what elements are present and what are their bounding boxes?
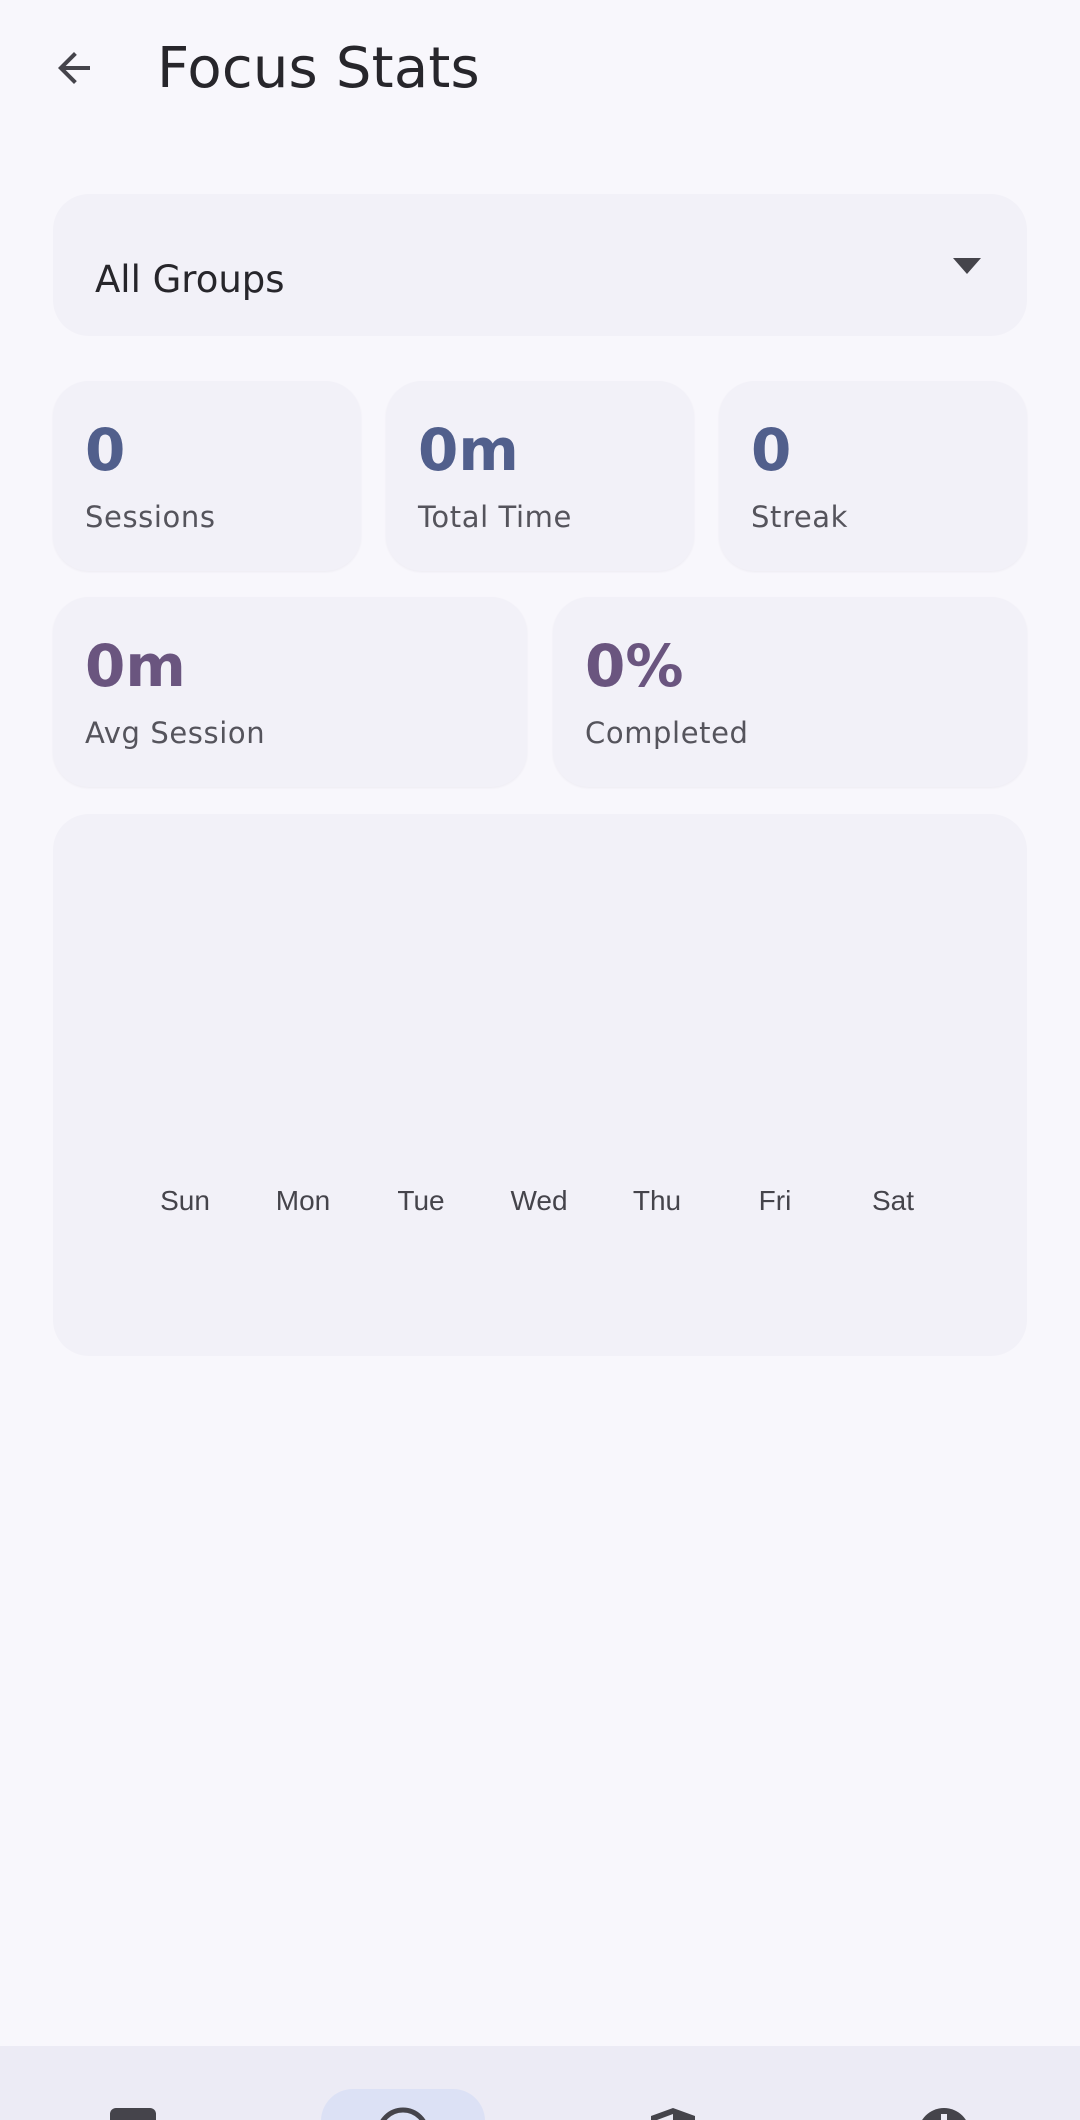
weekly-chart-card: Sun Mon Tue Wed Thu Fri Sat	[53, 814, 1027, 1356]
stat-card-total-time: 0m Total Time	[386, 381, 694, 571]
completed-label: Completed	[585, 716, 749, 750]
top-app-bar: Focus Stats	[0, 0, 1080, 140]
chart-tick-label: Mon	[276, 1185, 330, 1216]
chart-tick-label: Sun	[160, 1185, 210, 1216]
completed-value: 0%	[585, 632, 684, 700]
nav-item-info[interactable]	[862, 2046, 1026, 2120]
info-icon	[922, 2108, 966, 2120]
stat-card-streak: 0 Streak	[719, 381, 1027, 571]
chart-tick-label: Thu	[633, 1185, 681, 1216]
back-button[interactable]	[34, 28, 114, 108]
streak-label: Streak	[751, 500, 849, 534]
weekly-bar-chart: Sun Mon Tue Wed Thu Fri Sat	[160, 1185, 914, 1216]
chart-tick-label: Tue	[397, 1185, 444, 1216]
nav-item-stats[interactable]	[321, 2046, 485, 2120]
total-time-value: 0m	[418, 416, 519, 484]
stats-icon	[380, 2107, 426, 2120]
nav-item-timer[interactable]	[52, 2046, 216, 2120]
avg-session-label: Avg Session	[85, 716, 266, 750]
chart-tick-label: Sat	[872, 1185, 914, 1216]
sessions-value: 0	[85, 416, 126, 484]
focus-stats-screen: Focus Stats All Groups 0 Sessions 0m Tot…	[0, 0, 1080, 2120]
bottom-navigation	[0, 2046, 1080, 2120]
dropdown-caret-icon	[953, 258, 981, 274]
nav-item-shield[interactable]	[591, 2046, 755, 2120]
arrow-back-icon	[58, 52, 90, 84]
stat-card-sessions: 0 Sessions	[53, 381, 361, 571]
stat-card-avg-session: 0m Avg Session	[53, 597, 527, 787]
group-select-dropdown[interactable]: All Groups	[53, 194, 1027, 336]
stat-card-completed: 0% Completed	[553, 597, 1027, 787]
timer-icon	[110, 2108, 156, 2120]
group-select-value: All Groups	[95, 258, 285, 301]
sessions-label: Sessions	[85, 500, 216, 534]
avg-session-value: 0m	[85, 632, 186, 700]
page-title: Focus Stats	[157, 36, 480, 101]
streak-value: 0	[751, 416, 792, 484]
total-time-label: Total Time	[418, 500, 572, 534]
shield-icon	[651, 2108, 695, 2120]
chart-tick-label: Fri	[759, 1185, 792, 1216]
chart-tick-label: Wed	[510, 1185, 567, 1216]
